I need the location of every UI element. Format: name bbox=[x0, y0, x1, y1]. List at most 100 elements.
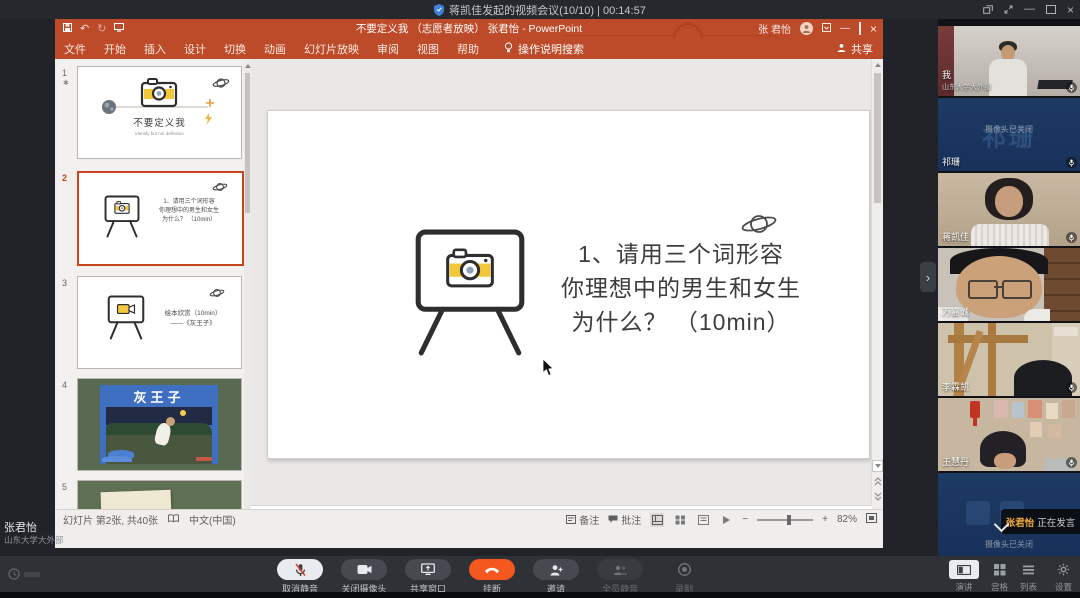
participant-name: 蒋凯佳 bbox=[942, 230, 969, 243]
slide-sorter-view-button[interactable] bbox=[673, 513, 687, 527]
grid-view-button[interactable]: 宫格 bbox=[991, 560, 1008, 593]
camera-off-button[interactable]: 关闭摄像头 bbox=[340, 559, 388, 595]
previous-slide-button[interactable] bbox=[872, 475, 883, 487]
ribbon-display-icon[interactable] bbox=[822, 23, 831, 35]
slide-number: 1 bbox=[62, 68, 67, 78]
tab-slideshow[interactable]: 幻灯片放映 bbox=[295, 41, 368, 57]
participant-tile[interactable]: 王慧丹 bbox=[938, 398, 1080, 471]
slide-thumbnail-4[interactable]: 灰王子 bbox=[77, 378, 242, 471]
animation-star-icon: ✱ bbox=[63, 79, 69, 87]
grid-icon bbox=[993, 563, 1006, 576]
slide-count-info: 幻灯片 第2张, 共40张 bbox=[63, 512, 158, 527]
tab-file[interactable]: 文件 bbox=[55, 41, 95, 57]
thumbnail-scrollbar[interactable] bbox=[244, 61, 251, 529]
close-icon[interactable]: × bbox=[1067, 4, 1074, 16]
speaker-name: 张君怡 bbox=[1006, 515, 1035, 529]
tab-home[interactable]: 开始 bbox=[95, 41, 135, 57]
bottom-black-strip bbox=[0, 592, 1080, 598]
ppt-minimize-icon[interactable]: — bbox=[840, 23, 850, 34]
ribbon-tab-bar: 文件 开始 插入 设计 切换 动画 幻灯片放映 审阅 视图 帮助 操作说明搜索 … bbox=[55, 38, 883, 59]
invite-person-icon bbox=[549, 564, 563, 576]
account-name: 张 君怡 bbox=[758, 21, 791, 36]
fullscreen-icon[interactable] bbox=[1004, 5, 1013, 14]
easel-camera-illustration bbox=[404, 229, 536, 357]
participant-tile[interactable]: 万嘉诚 bbox=[938, 248, 1080, 321]
reading-view-button[interactable] bbox=[696, 513, 710, 527]
participant-tile-camera-off[interactable]: 祁珊 摄像头已关闭 祁珊 bbox=[938, 98, 1080, 171]
notes-toggle[interactable]: 备注 bbox=[566, 512, 599, 527]
slide-thumbnail-2-selected[interactable]: 1、请用三个词形容 你理想中的男生和女生 为什么？ （10min） bbox=[77, 171, 244, 266]
powerpoint-window: ↶ ↻ 不要定义我 （志愿者放映） 张君怡 - PowerPoint 张 君怡 … bbox=[55, 19, 883, 548]
next-slide-button[interactable] bbox=[872, 490, 883, 502]
zoom-level: 82% bbox=[837, 514, 857, 525]
slide-text-block[interactable]: 1、请用三个词形容 你理想中的男生和女生 为什么？ （10min） bbox=[526, 237, 836, 339]
comments-toggle[interactable]: 批注 bbox=[608, 512, 641, 527]
slideshow-view-button[interactable] bbox=[719, 513, 733, 527]
popout-icon[interactable] bbox=[983, 5, 993, 14]
ppt-restore-icon[interactable] bbox=[859, 23, 861, 34]
list-icon bbox=[1022, 564, 1035, 575]
mic-icon bbox=[1066, 82, 1077, 93]
editor-vertical-scrollbar[interactable] bbox=[871, 59, 883, 505]
normal-view-button[interactable] bbox=[650, 513, 664, 527]
tab-insert[interactable]: 插入 bbox=[135, 41, 175, 57]
participant-tile[interactable]: 李霖凯 bbox=[938, 323, 1080, 396]
meeting-app-window: 蒋凯佳发起的视频会议(10/10) | 00:14:57 — × ↶ ↻ 不要定… bbox=[0, 0, 1080, 598]
participant-name: 祁珊 bbox=[942, 155, 960, 168]
avatar[interactable] bbox=[800, 22, 813, 35]
minimize-icon[interactable]: — bbox=[1024, 4, 1035, 15]
record-icon bbox=[677, 562, 692, 577]
lightbulb-icon bbox=[504, 42, 513, 56]
participants-panel: 我 山东大学大外部 祁珊 摄像头已关闭 祁珊 蒋凯佳 万嘉诚 bbox=[938, 19, 1080, 556]
gear-icon bbox=[1057, 563, 1070, 576]
slide-number: 2 bbox=[62, 173, 67, 183]
unmute-button[interactable]: 取消静音 bbox=[276, 559, 324, 595]
participant-tile-me[interactable]: 我 山东大学大外部 bbox=[938, 26, 1080, 96]
tab-review[interactable]: 审阅 bbox=[368, 41, 408, 57]
watermark-org: 山东大学大外部 bbox=[4, 534, 64, 546]
share-button[interactable]: 共享 bbox=[837, 41, 873, 57]
thumb3-line: 绘本欣赏（10min） bbox=[150, 309, 236, 319]
scroll-down-button[interactable] bbox=[872, 460, 883, 472]
hang-up-button[interactable]: 挂断 bbox=[468, 559, 516, 595]
thumb2-line: 你理想中的男生和女生 bbox=[145, 207, 233, 216]
zoom-out-button[interactable]: − bbox=[742, 514, 748, 525]
settings-button[interactable]: 设置 bbox=[1055, 560, 1072, 593]
tab-transitions[interactable]: 切换 bbox=[215, 41, 255, 57]
collapse-panel-button[interactable]: › bbox=[920, 262, 936, 292]
meeting-bottom-toolbar: 取消静音 关闭摄像头 共享窗口 挂断 邀请 全员静音 bbox=[0, 556, 1080, 592]
invite-button[interactable]: 邀请 bbox=[532, 559, 580, 595]
slide-canvas[interactable]: 1、请用三个词形容 你理想中的男生和女生 为什么？ （10min） bbox=[267, 110, 870, 459]
language-indicator[interactable]: 中文(中国) bbox=[189, 512, 236, 527]
ppt-close-icon[interactable]: × bbox=[870, 22, 877, 36]
zoom-in-button[interactable]: + bbox=[822, 514, 828, 525]
share-screen-icon bbox=[421, 563, 435, 576]
fit-slide-icon[interactable] bbox=[866, 513, 877, 526]
participant-name: 我 bbox=[942, 68, 951, 81]
camera-off-label: 摄像头已关闭 bbox=[938, 124, 1080, 135]
mute-all-button[interactable]: 全员静音 bbox=[596, 559, 644, 595]
meeting-title-bar: 蒋凯佳发起的视频会议(10/10) | 00:14:57 — × bbox=[0, 0, 1080, 19]
zoom-slider[interactable] bbox=[757, 514, 813, 526]
participant-name: 万嘉诚 bbox=[942, 305, 969, 318]
powerpoint-workspace: 1 ✱ 不要定义我 i bbox=[55, 59, 883, 529]
tab-view[interactable]: 视图 bbox=[408, 41, 448, 57]
slide-thumbnail-3[interactable]: 绘本欣赏（10min） ——《灰王子》 bbox=[77, 276, 242, 369]
share-window-button[interactable]: 共享窗口 bbox=[404, 559, 452, 595]
tab-animations[interactable]: 动画 bbox=[255, 41, 295, 57]
speaker-view-button[interactable]: 演讲 bbox=[949, 560, 979, 593]
participant-tile[interactable]: 蒋凯佳 bbox=[938, 173, 1080, 246]
person-icon bbox=[837, 43, 846, 55]
maximize-icon[interactable] bbox=[1046, 5, 1056, 14]
list-view-button[interactable]: 列表 bbox=[1020, 560, 1037, 593]
spellcheck-icon[interactable] bbox=[168, 514, 179, 526]
tell-me-search[interactable]: 操作说明搜索 bbox=[504, 41, 584, 57]
mic-icon bbox=[1066, 157, 1077, 168]
mute-all-icon bbox=[613, 564, 628, 576]
slide-editor-area: 1、请用三个词形容 你理想中的男生和女生 为什么？ （10min） 单击此处 bbox=[251, 59, 883, 529]
participant-name: 王慧丹 bbox=[942, 455, 969, 468]
slide-thumbnail-1[interactable]: 不要定义我 identify but not definition bbox=[77, 66, 242, 159]
tab-help[interactable]: 帮助 bbox=[448, 41, 488, 57]
record-button[interactable]: 录制 bbox=[660, 559, 708, 595]
tab-design[interactable]: 设计 bbox=[175, 41, 215, 57]
